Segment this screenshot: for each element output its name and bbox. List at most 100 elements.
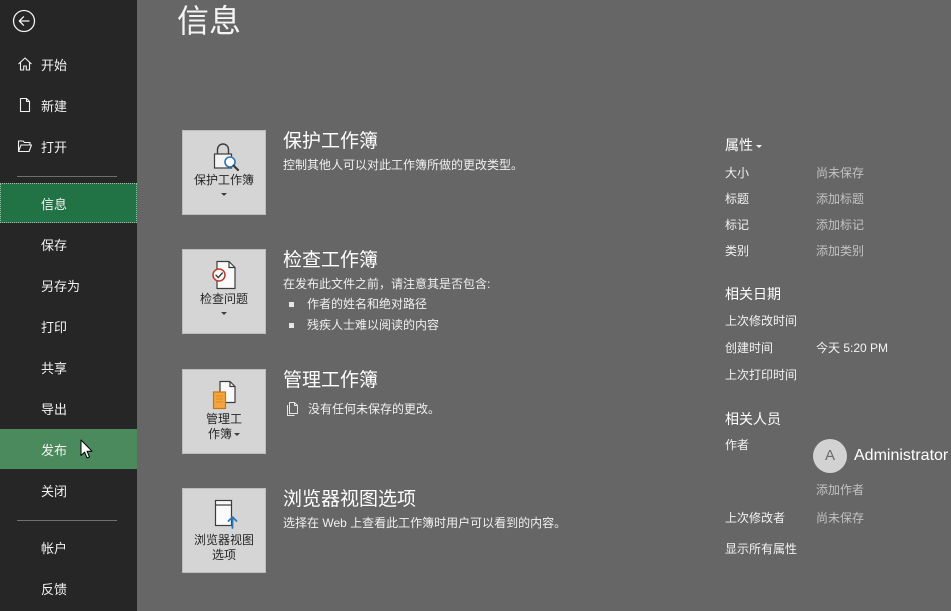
list-item-text: 残疾人士难以阅读的内容 [307,318,440,332]
property-row-category: 类别 添加类别 [725,243,951,259]
nav-item-save-as[interactable]: 另存为 [0,265,137,305]
nav-item-account[interactable]: 帐户 [0,527,137,567]
list-item-text: 作者的姓名和绝对路径 [307,297,428,311]
browser-view-section: 浏览器视图 选项 浏览器视图选项 选择在 Web 上查看此工作簿时用户可以看到的… [182,488,682,578]
property-row-title: 标题 添加标题 [725,191,951,207]
tags-field[interactable]: 添加标记 [816,217,864,233]
nav-item-info[interactable]: 信息 [0,183,137,223]
back-arrow-icon [12,9,36,33]
tile-label: 浏览器视图 选项 [183,533,265,563]
tile-label: 保护工作簿 [183,173,265,196]
nav-item-label: 共享 [41,360,68,376]
nav-item-label: 信息 [41,196,68,212]
dropdown-arrow-icon [234,433,240,437]
list-item: 作者的姓名和绝对路径 [283,294,682,315]
section-text: 检查工作簿 在发布此文件之前，请注意其是否包含: 作者的姓名和绝对路径 残疾人士… [283,249,682,336]
tile-label-line: 保护工作簿 [193,173,254,187]
nav-item-label: 保存 [41,237,68,253]
manage-workbook-icon [212,380,236,410]
home-icon [18,57,32,71]
related-dates-heading: 相关日期 [725,286,781,302]
dropdown-arrow-icon [221,312,227,315]
open-folder-icon [17,140,33,153]
inspect-workbook-section: 检查问题 检查工作簿 在发布此文件之前，请注意其是否包含: 作者的姓名和绝对路径… [182,249,682,339]
document-status-icon [287,402,298,416]
property-label: 标记 [725,218,750,232]
nav-item-share[interactable]: 共享 [0,347,137,387]
manage-workbook-button[interactable]: 管理工 作簿 [182,369,266,454]
add-author-field[interactable]: 添加作者 [816,482,864,498]
tile-label-line: 选项 [211,548,236,562]
property-row-last-printed: 上次打印时间 [725,367,951,383]
tile-label: 管理工 作簿 [183,412,265,442]
protect-workbook-section: 保护工作簿 保护工作簿 控制其他人可以对此工作簿所做的更改类型。 [182,130,682,220]
nav-item-save[interactable]: 保存 [0,224,137,264]
nav-item-label: 新建 [41,98,68,114]
sidebar-divider [17,520,117,521]
section-heading: 管理工作簿 [283,370,379,391]
tile-label-line: 管理工 [205,412,242,426]
add-author-row: 添加作者 [725,482,951,498]
bullet-icon [289,302,294,307]
nav-item-label: 发布 [41,442,68,458]
status-row: 没有任何未保存的更改。 [283,401,682,417]
related-people-heading: 相关人员 [725,411,781,427]
tile-label-line: 检查问题 [199,292,248,306]
nav-item-feedback[interactable]: 反馈 [0,568,137,608]
nav-item-label: 关闭 [41,483,68,499]
inspect-workbook-icon [212,260,236,290]
nav-item-label: 另存为 [41,278,81,294]
section-description: 控制其他人可以对此工作簿所做的更改类型。 [283,158,524,172]
show-all-properties-link[interactable]: 显示所有属性 [725,541,797,557]
tile-label-line: 浏览器视图 [193,533,254,547]
manage-workbook-section: 管理工 作簿 管理工作簿 没有任何未保存的更改。 [182,369,682,459]
page-title: 信息 [177,3,242,39]
property-label: 作者 [725,438,750,452]
mouse-pointer-icon [80,439,93,459]
section-heading: 保护工作簿 [283,131,379,152]
nav-item-open[interactable]: 打开 [0,126,137,166]
properties-heading: 属性 [725,137,753,153]
property-value: 尚未保存 [816,511,865,525]
section-description: 在发布此文件之前，请注意其是否包含: [283,277,491,291]
browser-view-icon [214,499,238,529]
section-description: 没有任何未保存的更改。 [308,402,441,416]
property-value: 今天 5:20 PM [816,341,889,355]
backstage-sidebar: 开始 新建 打开 信息 保存 另存为 打印 共享 导出 发布 关闭 帐户 反馈 [0,0,137,611]
nav-item-publish[interactable]: 发布 [0,429,137,469]
nav-item-label: 打开 [41,139,68,155]
nav-item-label: 打印 [41,319,68,335]
browser-view-options-button[interactable]: 浏览器视图 选项 [182,488,266,573]
property-row-size: 大小 尚未保存 [725,165,951,181]
properties-dropdown[interactable]: 属性 [725,136,762,154]
bullet-list: 作者的姓名和绝对路径 残疾人士难以阅读的内容 [283,294,682,336]
chevron-down-icon [756,144,762,148]
sidebar-divider [17,176,117,177]
section-description: 选择在 Web 上查看此工作簿时用户可以看到的内容。 [283,516,567,530]
nav-item-label: 反馈 [41,581,68,597]
property-row-last-modified: 上次修改时间 [725,313,951,329]
property-row-tags: 标记 添加标记 [725,217,951,233]
protect-workbook-button[interactable]: 保护工作簿 [182,130,266,215]
back-button[interactable] [12,9,36,33]
nav-item-close[interactable]: 关闭 [0,470,137,510]
nav-item-export[interactable]: 导出 [0,388,137,428]
bullet-icon [289,323,294,328]
title-field[interactable]: 添加标题 [816,191,864,207]
nav-item-label: 帐户 [41,540,68,556]
properties-panel: 属性 大小 尚未保存 标题 添加标题 标记 添加标记 类别 添加类别 相关日期 … [725,0,951,611]
nav-item-label: 导出 [41,401,68,417]
property-label: 上次修改时间 [725,314,798,328]
protect-workbook-icon [213,143,240,172]
section-text: 管理工作簿 没有任何未保存的更改。 [283,369,682,417]
check-for-issues-button[interactable]: 检查问题 [182,249,266,334]
tile-label-line: 作簿 [207,427,232,441]
category-field[interactable]: 添加类别 [816,243,864,259]
nav-item-new[interactable]: 新建 [0,85,137,125]
nav-item-print[interactable]: 打印 [0,306,137,346]
list-item: 残疾人士难以阅读的内容 [283,315,682,336]
avatar: A [813,439,847,473]
tile-label-line-wrap: 作簿 [183,427,265,442]
nav-item-home[interactable]: 开始 [0,44,137,84]
dropdown-arrow-icon [221,193,227,196]
